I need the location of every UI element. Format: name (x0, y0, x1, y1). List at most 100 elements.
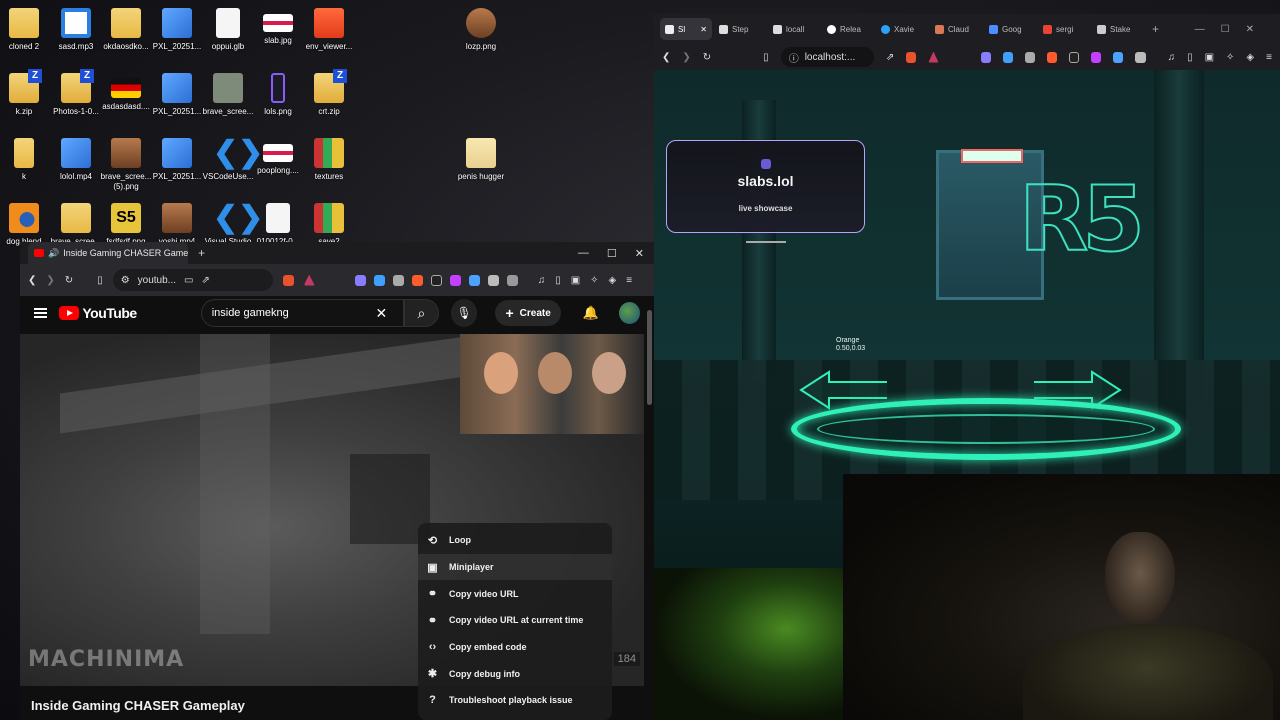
tab-youtube[interactable]: 🔊 Inside Gaming CHASER Game ✕ (28, 242, 188, 264)
desktop-icon[interactable]: crt.zip (297, 69, 361, 131)
camera-icon[interactable] (1024, 51, 1035, 63)
avatar[interactable] (618, 302, 640, 324)
extension-icon[interactable] (1046, 51, 1057, 63)
hamburger-menu-icon[interactable] (34, 308, 48, 318)
leo-icon[interactable]: ✧ (590, 275, 598, 286)
music-icon[interactable]: ♫ (1168, 52, 1176, 63)
extension-icon[interactable] (980, 51, 991, 63)
tab-slabs[interactable]: Sl ✕ (660, 18, 712, 40)
wallet-icon[interactable]: ▣ (1205, 52, 1214, 63)
forward-icon[interactable]: ❯ (682, 52, 690, 63)
url-field[interactable]: ⓘ localhost:... (780, 47, 874, 67)
clear-search-icon[interactable]: ✕ (375, 305, 387, 322)
image-icon (162, 8, 192, 38)
tab-step[interactable]: Step (714, 18, 766, 40)
claude-icon (935, 24, 944, 34)
desktop-icon[interactable]: lozp.png (449, 4, 513, 66)
close-tab-icon[interactable]: ✕ (700, 25, 707, 34)
tab-title: Inside Gaming CHASER Game (63, 248, 188, 258)
brave-icon (314, 8, 344, 38)
bookmark-icon[interactable]: ▯ (763, 52, 769, 63)
new-tab-button[interactable]: + (198, 246, 205, 260)
menu-item-copy-debug[interactable]: ✱ Copy debug info (418, 660, 612, 687)
voice-search-button[interactable]: 🎙 (450, 299, 478, 327)
search-button[interactable]: ⌕ (404, 299, 439, 327)
youtube-logo[interactable]: YouTube (59, 305, 137, 321)
reload-icon[interactable]: ↻ (703, 52, 711, 63)
3d-showcase-viewport[interactable]: R5 Orange 0.50,0.03 slabs.lol live showc… (654, 70, 1280, 720)
tab-claude[interactable]: Claud (930, 18, 982, 40)
bookmark-icon[interactable]: ▯ (97, 275, 103, 286)
menu-item-loop[interactable]: ⟲ Loop (418, 527, 612, 554)
maximize-button[interactable]: ☐ (607, 247, 617, 260)
extension-icon[interactable] (468, 274, 480, 286)
extension-icon[interactable] (1002, 51, 1013, 63)
minimize-button[interactable]: — (578, 247, 589, 260)
puzzle-icon[interactable] (1135, 51, 1146, 63)
tab-google[interactable]: Goog (984, 18, 1036, 40)
youtube-play-icon (59, 306, 80, 320)
camera-icon[interactable] (392, 274, 404, 286)
folder-icon (9, 8, 39, 38)
image-icon (162, 138, 192, 168)
window-controls[interactable]: —☐✕ (1195, 24, 1270, 35)
menu-item-troubleshoot[interactable]: ? Troubleshoot playback issue (418, 687, 612, 714)
extension-icon[interactable] (373, 274, 385, 286)
close-button[interactable]: ✕ (635, 247, 644, 260)
tab-localhost[interactable]: locall (768, 18, 820, 40)
menu-icon[interactable]: ≡ (1266, 52, 1272, 63)
search-input[interactable]: inside gamekng ✕ (200, 299, 405, 327)
stake-icon (1097, 24, 1106, 34)
reload-icon[interactable]: ↻ (65, 275, 73, 286)
desktop-icon[interactable]: textures (297, 134, 361, 196)
brave-rewards-icon[interactable] (303, 274, 315, 286)
menu-item-copy-embed[interactable]: ‹› Copy embed code (418, 634, 612, 661)
tab-sergio[interactable]: sergi (1038, 18, 1090, 40)
vpn-icon[interactable]: ◈ (1246, 52, 1254, 63)
leo-icon[interactable]: ✧ (1226, 52, 1234, 63)
tab-bar: Sl ✕ Step locall Relea Xavie Claud Goog s… (654, 14, 1280, 44)
back-icon[interactable]: ❮ (28, 275, 36, 286)
wallet-icon[interactable]: ▣ (571, 275, 580, 286)
brave-rewards-icon[interactable] (928, 51, 939, 63)
image-icon (61, 138, 91, 168)
notifications-bell-icon[interactable]: 🔔 (583, 305, 599, 321)
tab-releases[interactable]: Relea (822, 18, 874, 40)
tab-favicon-icon (719, 24, 728, 34)
back-icon[interactable]: ❮ (662, 52, 670, 63)
slabs-showcase-card[interactable]: slabs.lol live showcase (666, 140, 865, 233)
forward-icon[interactable]: ❯ (46, 275, 54, 286)
pip-icon[interactable]: ▭ (184, 275, 193, 286)
menu-item-miniplayer[interactable]: ▣ Miniplayer (418, 553, 612, 581)
sidebar-icon[interactable]: ▯ (1187, 52, 1193, 63)
brave-shield-icon[interactable] (906, 51, 917, 63)
scrollbar[interactable] (647, 310, 652, 405)
x-icon[interactable] (430, 274, 442, 286)
puzzle-icon[interactable] (487, 274, 499, 286)
desktop-icon[interactable]: env_viewer... (297, 4, 361, 66)
vpn-icon[interactable]: ◈ (609, 275, 617, 286)
gmail-icon (1043, 24, 1052, 34)
sidebar-icon[interactable]: ▯ (555, 275, 561, 286)
share-icon[interactable]: ⇗ (886, 52, 894, 63)
extension-icon[interactable] (411, 274, 423, 286)
url-field[interactable]: ⚙ youtub... ▭ ⇗ (112, 269, 273, 291)
extension-icon[interactable] (1113, 51, 1124, 63)
create-button[interactable]: + Create (495, 300, 561, 326)
extension-icon[interactable] (1091, 51, 1102, 63)
new-tab-button[interactable]: + (1152, 22, 1159, 36)
image-icon (466, 8, 496, 38)
extension-icon[interactable] (354, 274, 366, 286)
brave-shield-icon[interactable] (282, 274, 294, 286)
music-icon[interactable]: ♫ (538, 275, 546, 286)
share-icon[interactable]: ⇗ (201, 275, 209, 286)
tab-xavier[interactable]: Xavie (876, 18, 928, 40)
menu-item-copy-url-time[interactable]: ⚭ Copy video URL at current time (418, 607, 612, 634)
menu-item-copy-url[interactable]: ⚭ Copy video URL (418, 580, 612, 607)
x-icon[interactable] (1068, 51, 1080, 63)
desktop-icon[interactable]: penis hugger (449, 134, 513, 196)
extension-icon[interactable] (506, 274, 518, 286)
tab-stake[interactable]: Stake (1092, 18, 1144, 40)
extension-icon[interactable] (449, 274, 461, 286)
menu-icon[interactable]: ≡ (626, 275, 632, 286)
